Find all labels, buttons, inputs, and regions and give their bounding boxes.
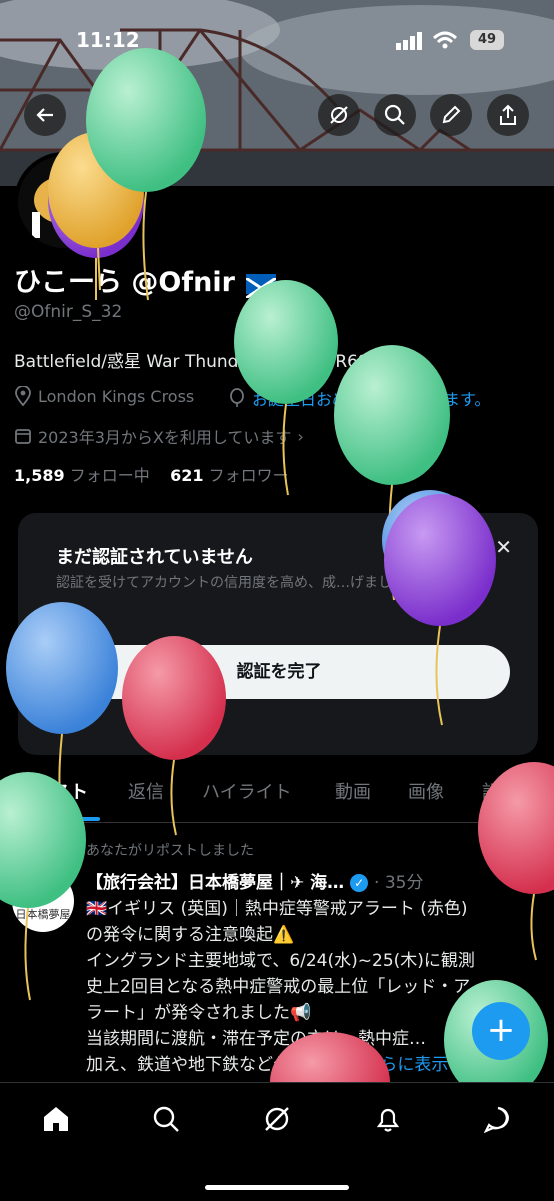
show-more-link[interactable]: さらに表示: [363, 1055, 448, 1075]
tab-videos[interactable]: 動画: [335, 778, 371, 804]
followers-label: フォロワー: [208, 466, 289, 485]
search-button[interactable]: [374, 94, 416, 136]
repost-label: あなたがリポストしました: [86, 843, 254, 859]
nav-notifications[interactable]: [370, 1101, 406, 1137]
compose-post-button[interactable]: +: [472, 1002, 530, 1060]
cellular-signal-icon: [396, 32, 422, 50]
balloon-icon: [230, 388, 244, 407]
post-line: イングランド主要地域で、6/24(水)~25(木)に観測: [86, 951, 475, 971]
scotland-flag-icon: [245, 273, 278, 299]
status-time: 11:12: [76, 28, 140, 52]
post-body[interactable]: 🇬🇧イギリス (英国)｜熱中症等警戒アラート (赤色) の発令に関する注意喚起⚠…: [86, 896, 548, 1078]
back-button[interactable]: [24, 94, 66, 136]
profile-display-name: ひこーら @Ofnir: [14, 260, 278, 299]
profile-bio: Battlefield/惑星 War Thunder/ゼンゼロ/R6Sに生息: [14, 352, 420, 372]
grok-button[interactable]: [318, 94, 360, 136]
battery-indicator: 49: [470, 30, 504, 50]
bell-icon: [376, 1108, 400, 1132]
search-icon: [153, 1106, 179, 1132]
repost-indicator: あなたがリポストしました: [62, 840, 254, 860]
location-pin-icon: [15, 386, 31, 406]
grok-icon: [330, 106, 348, 124]
following-count: 1,589: [14, 466, 65, 485]
wifi-icon: [432, 31, 458, 49]
nav-home[interactable]: [38, 1101, 74, 1137]
close-icon[interactable]: ✕: [495, 535, 512, 559]
card-title: まだ認証されていません: [56, 547, 253, 568]
following-label: フォロー中: [69, 466, 150, 485]
status-bar: 11:12 49: [0, 28, 554, 58]
share-icon: [500, 104, 516, 125]
card-description: 認証を受けてアカウントの信用度を高め、成…げましょう。: [56, 575, 434, 591]
active-tab-indicator: [30, 817, 100, 821]
grok-icon: [265, 1107, 289, 1131]
chat-bubble-icon: [483, 1106, 509, 1134]
home-icon: [44, 1107, 68, 1131]
profile-avatar[interactable]: [14, 152, 114, 252]
nav-search[interactable]: [148, 1101, 184, 1137]
post-line-text: 加え、鉄道や地下鉄など公共交通機: [86, 1055, 358, 1075]
profile-birthday[interactable]: お誕生日おめでとうございます。: [228, 386, 490, 410]
nav-messages[interactable]: [480, 1101, 516, 1137]
chevron-right-icon: ›: [297, 426, 304, 446]
profile-tabs: ポスト 返信 ハイライト 動画 画像 記事: [0, 770, 554, 823]
profile-handle: @Ofnir_S_32: [14, 302, 123, 322]
pencil-icon: [442, 105, 461, 124]
bottom-nav: [0, 1082, 554, 1201]
complete-verification-button[interactable]: 認証を完了: [48, 645, 510, 699]
search-icon: [384, 104, 405, 125]
post-line: 🇬🇧イギリス (英国)｜熱中症等警戒アラート (赤色): [86, 899, 468, 919]
birthday-text[interactable]: お誕生日おめでとうございます。: [252, 386, 490, 410]
tab-replies[interactable]: 返信: [128, 778, 164, 804]
followers-link[interactable]: 621 フォロワー: [170, 466, 289, 485]
post-line: 史上2回目となる熱中症警戒の最上位「レッド・ア: [86, 977, 471, 997]
display-name-text: ひこーら @Ofnir: [14, 267, 235, 298]
verified-badge-icon: ✓: [350, 874, 369, 892]
home-indicator: [205, 1185, 349, 1190]
post-author-avatar[interactable]: 日本橋夢屋: [12, 870, 74, 932]
tab-articles[interactable]: 記事: [482, 778, 518, 804]
profile-joined[interactable]: 2023年3月からXを利用しています ›: [14, 424, 304, 448]
post-author-name[interactable]: 【旅行会社】日本橋夢屋｜✈ 海…: [86, 873, 344, 893]
verification-card: まだ認証されていません 認証を受けてアカウントの信用度を高め、成…げましょう。 …: [18, 513, 538, 755]
avatar-logo-text: 日本橋夢屋: [15, 908, 71, 921]
following-link[interactable]: 1,589 フォロー中: [14, 466, 150, 485]
share-button[interactable]: [487, 94, 529, 136]
repost-icon: [64, 843, 78, 857]
joined-text: 2023年3月からXを利用しています: [38, 428, 292, 447]
edit-button[interactable]: [430, 94, 472, 136]
tab-highlights[interactable]: ハイライト: [202, 778, 292, 804]
profile-location: London Kings Cross: [14, 386, 194, 406]
post-line: の発令に関する注意喚起⚠️: [86, 925, 295, 945]
post-header[interactable]: 【旅行会社】日本橋夢屋｜✈ 海… ✓ · 35分: [86, 868, 423, 893]
tab-posts[interactable]: ポスト: [34, 778, 88, 804]
post-more-icon[interactable]: X: [520, 868, 531, 887]
arrow-left-icon: [36, 108, 53, 122]
followers-count: 621: [170, 466, 204, 485]
post-line: 加え、鉄道や地下鉄など公共交通機 さらに表示: [86, 1052, 548, 1078]
tab-images[interactable]: 画像: [408, 778, 444, 804]
nav-grok[interactable]: [259, 1101, 295, 1137]
follow-counts: 1,589 フォロー中 621 フォロワー: [14, 462, 289, 486]
post-time: · 35分: [374, 873, 424, 893]
calendar-icon: [15, 429, 31, 444]
avatar-image: [18, 156, 110, 248]
location-text: London Kings Cross: [38, 386, 195, 406]
